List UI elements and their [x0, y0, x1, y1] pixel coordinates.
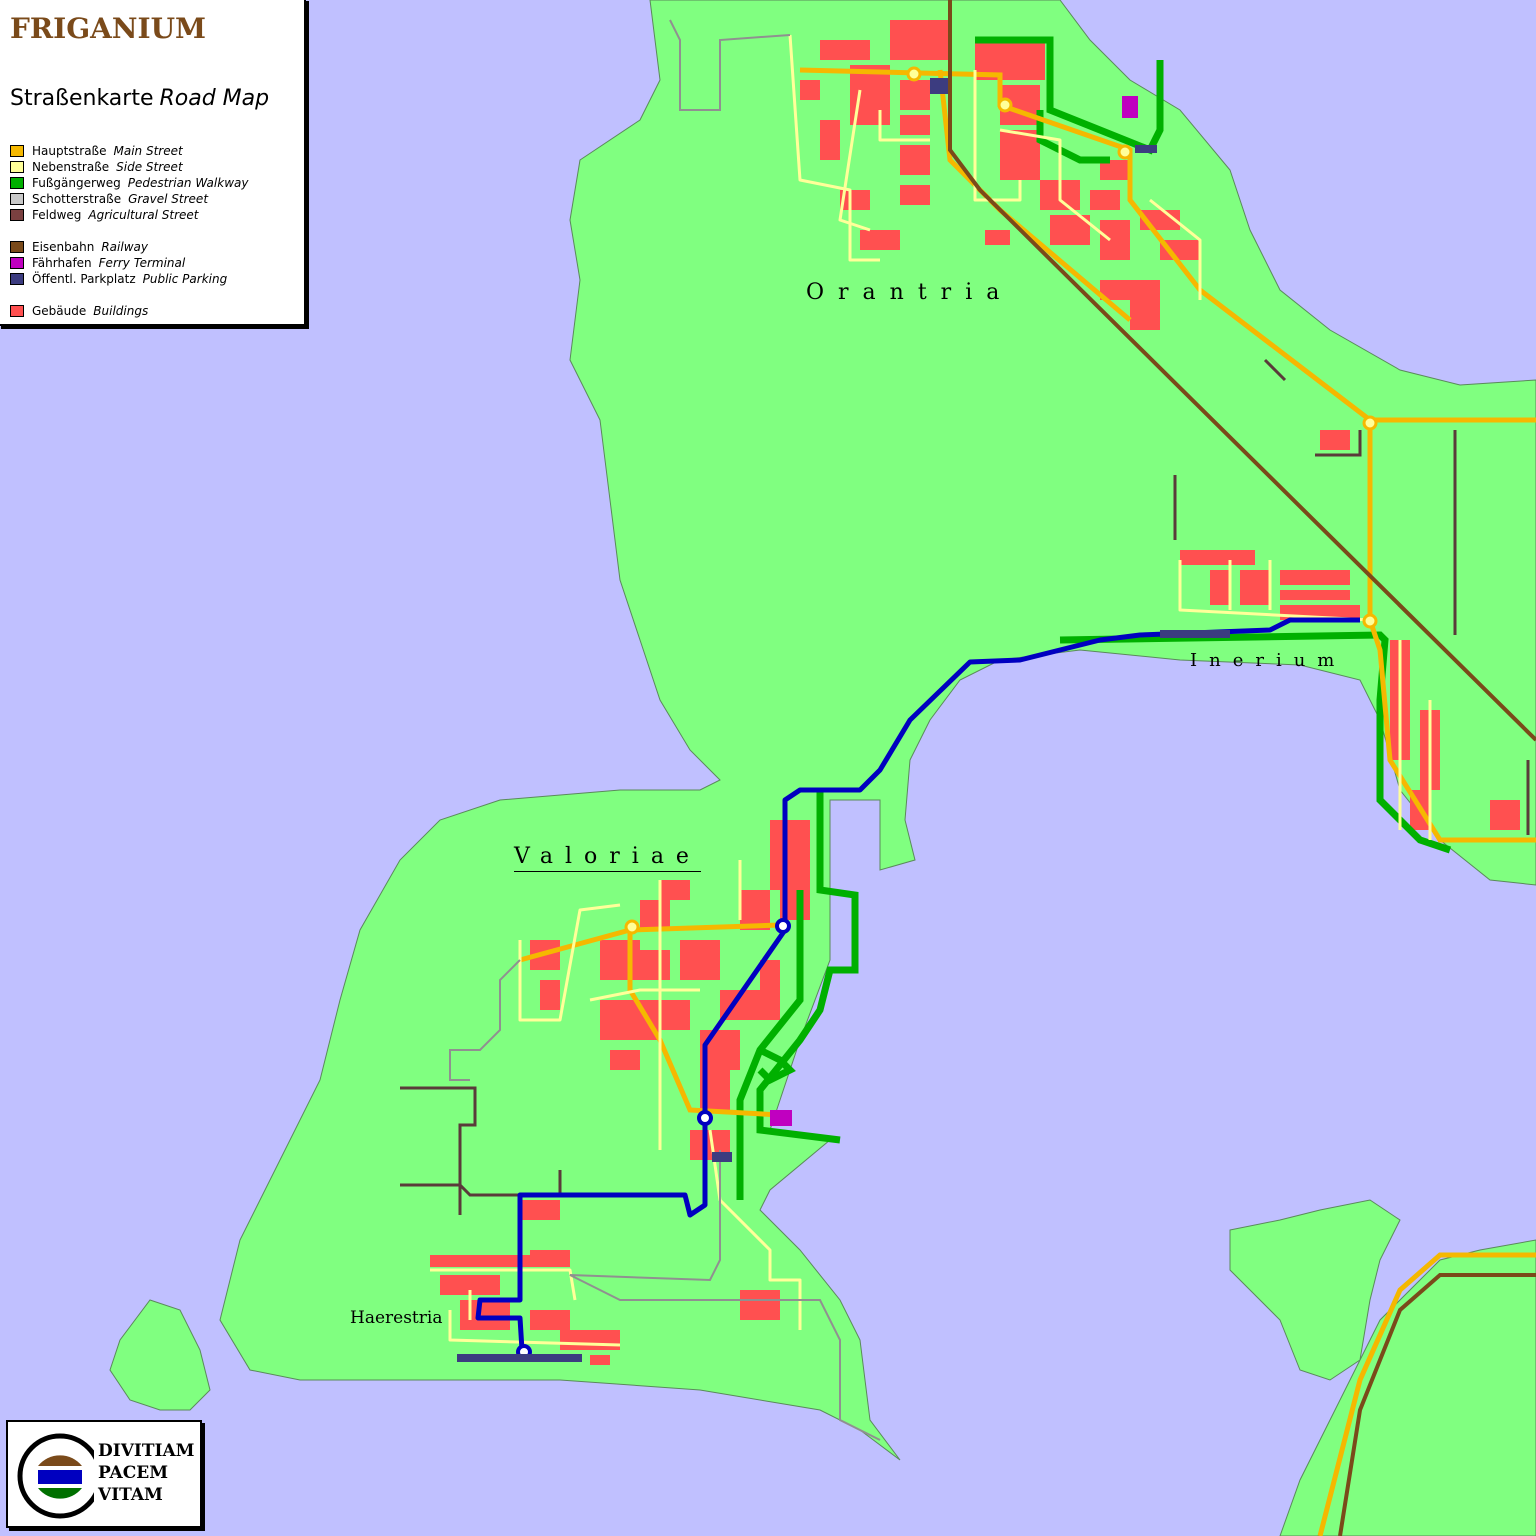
- motto-line: VITAM: [98, 1485, 163, 1505]
- legend-item-railway: Eisenbahn Railway: [10, 240, 148, 254]
- swatch: [10, 305, 24, 317]
- swatch: [10, 161, 24, 173]
- label-en: Railway: [101, 240, 148, 254]
- emblem-motto: DIVITIAM PACEM VITAM: [98, 1440, 194, 1506]
- motto-line: DIVITIAM: [98, 1441, 195, 1461]
- label-de: Feldweg: [32, 208, 82, 222]
- label-en: Buildings: [93, 304, 149, 318]
- label-de: Eisenbahn: [32, 240, 95, 254]
- legend-item-ferry: Fährhafen Ferry Terminal: [10, 256, 185, 270]
- label-de: Hauptstraße: [32, 144, 107, 158]
- label-en: Public Parking: [142, 272, 228, 286]
- place-valoriae: Valoriae: [514, 844, 701, 872]
- label-en: Side Street: [116, 160, 183, 174]
- ferry-terminal-valoriae: [770, 1110, 792, 1126]
- ferry-terminal-orantria: [1122, 96, 1138, 118]
- label-en: Pedestrian Walkway: [127, 176, 249, 190]
- subtitle-en: Road Map: [159, 86, 270, 111]
- label-de: Fährhafen: [32, 256, 92, 270]
- swatch: [10, 273, 24, 285]
- swatch: [10, 257, 24, 269]
- label-de: Öffentl. Parkplatz: [32, 272, 136, 286]
- place-haerestria: Haerestria: [350, 1308, 443, 1328]
- legend-item-walkway: Fußgängerweg Pedestrian Walkway: [10, 176, 248, 190]
- legend-item-buildings: Gebäude Buildings: [10, 304, 148, 318]
- label-en: Gravel Street: [128, 192, 209, 206]
- motto-line: PACEM: [98, 1463, 169, 1483]
- swatch: [10, 177, 24, 189]
- place-inerium: Inerium: [1190, 650, 1347, 671]
- legend-item-gravel: Schotterstraße Gravel Street: [10, 192, 208, 206]
- legend-item-side-street: Nebenstraße Side Street: [10, 160, 183, 174]
- label-de: Schotterstraße: [32, 192, 122, 206]
- legend-item-main-street: Hauptstraße Main Street: [10, 144, 183, 158]
- label-de: Nebenstraße: [32, 160, 110, 174]
- legend-item-parking: Öffentl. Parkplatz Public Parking: [10, 272, 227, 286]
- label-en: Ferry Terminal: [98, 256, 186, 270]
- swatch: [10, 241, 24, 253]
- emblem-seal-icon: [17, 1433, 94, 1519]
- map-legend: FRIGANIUM Straßenkarte Road Map Hauptstra…: [0, 0, 306, 326]
- map-subtitle: Straßenkarte Road Map: [10, 86, 269, 111]
- emblem: DIVITIAM PACEM VITAM: [6, 1420, 202, 1528]
- label-de: Gebäude: [32, 304, 87, 318]
- map-title: FRIGANIUM: [10, 12, 206, 45]
- subtitle-de: Straßenkarte: [10, 86, 154, 111]
- swatch: [10, 209, 24, 221]
- label-de: Fußgängerweg: [32, 176, 121, 190]
- swatch: [10, 193, 24, 205]
- place-orantria: Orantria: [806, 280, 1014, 305]
- label-en: Agricultural Street: [88, 208, 199, 222]
- swatch: [10, 145, 24, 157]
- legend-item-agri: Feldweg Agricultural Street: [10, 208, 199, 222]
- label-en: Main Street: [113, 144, 183, 158]
